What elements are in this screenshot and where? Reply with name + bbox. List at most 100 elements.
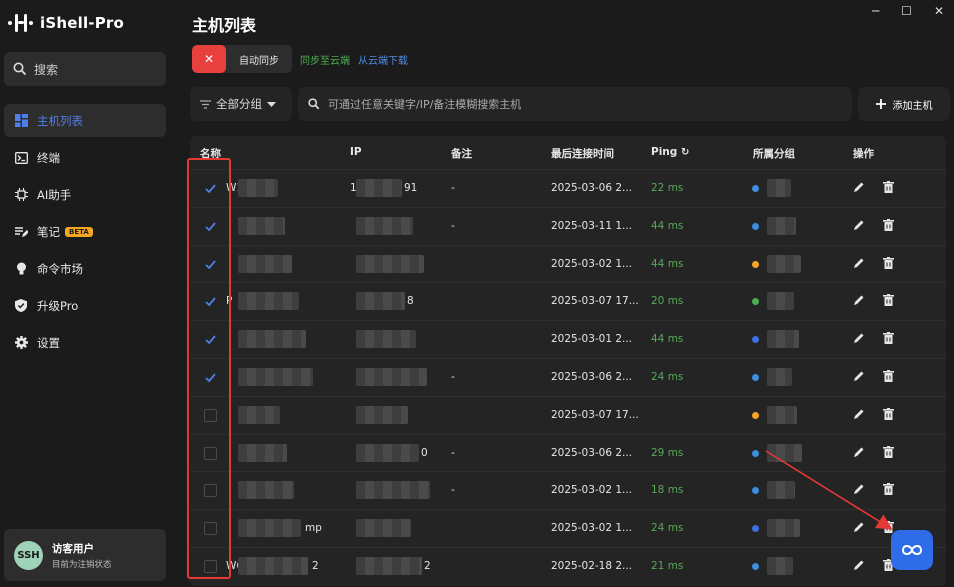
redacted-ip bbox=[356, 330, 416, 349]
host-remark: - bbox=[451, 446, 455, 459]
last-connect-time: 2025-03-02 1... bbox=[551, 484, 633, 497]
maximize-icon[interactable]: ☐ bbox=[901, 4, 912, 18]
host-remark: - bbox=[451, 371, 455, 383]
edit-icon[interactable] bbox=[853, 521, 865, 533]
edit-icon[interactable] bbox=[853, 483, 865, 495]
sidebar-item-command-market[interactable]: 命令市场 bbox=[4, 252, 166, 285]
edit-icon[interactable] bbox=[853, 446, 865, 458]
row-actions bbox=[853, 332, 894, 345]
sidebar-item-upgrade-pro[interactable]: 升级Pro bbox=[4, 289, 166, 322]
sidebar-item-host-list[interactable]: 主机列表 bbox=[4, 104, 166, 137]
host-ip-suffix: 8 bbox=[407, 295, 414, 308]
user-name: 访客用户 bbox=[52, 542, 94, 555]
sidebar-item-label: 升级Pro bbox=[37, 298, 79, 313]
auto-sync-label: 自动同步 bbox=[239, 55, 279, 67]
sidebar: iShell-Pro 搜索 主机列表 终端 AI助手 笔记 BETA 命令市场 bbox=[0, 0, 174, 587]
sync-to-cloud-link[interactable]: 同步至云端 bbox=[300, 52, 350, 67]
edit-icon[interactable] bbox=[853, 219, 865, 231]
redacted-group bbox=[767, 292, 794, 311]
auto-sync-toggle[interactable]: ✕ 自动同步 bbox=[192, 45, 292, 73]
user-card[interactable]: SSH 访客用户 目前为注销状态 bbox=[4, 529, 166, 581]
col-remark[interactable]: 备注 bbox=[451, 146, 472, 161]
delete-icon[interactable] bbox=[883, 181, 894, 193]
close-icon[interactable]: ✕ bbox=[934, 4, 944, 18]
col-last-connect[interactable]: 最后连接时间 bbox=[551, 146, 614, 161]
table-row[interactable]: 2025-03-01 2... 44 ms bbox=[190, 320, 946, 358]
redacted-group bbox=[767, 481, 795, 500]
last-connect-time: 2025-03-01 2... bbox=[551, 333, 633, 346]
col-ip[interactable]: IP bbox=[350, 146, 362, 158]
table-row[interactable]: - 2025-03-11 1... 44 ms bbox=[190, 206, 946, 245]
edit-icon[interactable] bbox=[853, 257, 865, 269]
sidebar-search[interactable]: 搜索 bbox=[4, 52, 166, 86]
redacted-ip bbox=[356, 405, 408, 424]
group-color-dot bbox=[752, 411, 759, 419]
connect-fab-button[interactable] bbox=[891, 530, 933, 570]
redacted-group bbox=[767, 443, 802, 462]
host-table: 名称 IP 备注 最后连接时间 Ping ↻ 所属分组 操作 W1 1 91-202… bbox=[190, 136, 946, 586]
host-name-suffix: 2 bbox=[312, 560, 319, 572]
delete-icon[interactable] bbox=[883, 521, 894, 534]
download-from-cloud-link[interactable]: 从云端下载 bbox=[358, 52, 408, 67]
search-icon bbox=[13, 62, 27, 76]
edit-icon[interactable] bbox=[853, 332, 865, 344]
sidebar-item-ai-assistant[interactable]: AI助手 bbox=[4, 178, 166, 211]
redacted-ip bbox=[356, 557, 422, 575]
sidebar-item-notes[interactable]: 笔记 BETA bbox=[4, 215, 166, 248]
beta-badge: BETA bbox=[65, 226, 93, 237]
table-row[interactable]: 2025-03-02 1... 44 ms bbox=[190, 244, 946, 283]
edit-icon[interactable] bbox=[853, 294, 865, 306]
delete-icon[interactable] bbox=[883, 483, 894, 496]
sidebar-item-label: 主机列表 bbox=[37, 113, 83, 128]
sidebar-item-terminal[interactable]: 终端 bbox=[4, 141, 166, 174]
delete-icon[interactable] bbox=[883, 256, 894, 269]
minimize-icon[interactable]: ─ bbox=[872, 4, 879, 18]
ping-value: 44 ms bbox=[651, 333, 684, 346]
table-row[interactable]: - 2025-03-02 1... 18 ms bbox=[190, 471, 946, 509]
app-name: iShell-Pro bbox=[40, 14, 125, 32]
redacted-ip bbox=[356, 481, 430, 500]
col-ping[interactable]: Ping ↻ bbox=[651, 146, 689, 158]
add-host-button[interactable]: 添加主机 bbox=[858, 87, 950, 121]
edit-icon[interactable] bbox=[853, 370, 865, 382]
table-row[interactable]: - 2025-03-06 2... 24 ms bbox=[190, 358, 946, 396]
host-search-input[interactable]: 可通过任意关键字/IP/备注模糊搜索主机 bbox=[298, 87, 852, 121]
refresh-icon[interactable]: ↻ bbox=[681, 147, 689, 158]
last-connect-time: 2025-03-06 2... bbox=[551, 446, 633, 459]
delete-icon[interactable] bbox=[883, 218, 894, 231]
search-label: 搜索 bbox=[34, 62, 59, 77]
filter-row: 全部分组 可通过任意关键字/IP/备注模糊搜索主机 添加主机 bbox=[190, 87, 950, 121]
delete-icon[interactable] bbox=[883, 332, 894, 345]
page-title: 主机列表 bbox=[192, 16, 257, 35]
delete-icon[interactable] bbox=[883, 294, 894, 307]
table-row[interactable]: mp 2025-03-02 1... 24 ms bbox=[190, 509, 946, 547]
table-row[interactable]: W1 1 91-2025-03-06 2... 22 ms bbox=[190, 169, 946, 207]
delete-icon[interactable] bbox=[883, 445, 894, 458]
redacted-host-name bbox=[238, 405, 280, 424]
delete-icon[interactable] bbox=[883, 370, 894, 382]
redacted-group bbox=[767, 216, 796, 235]
row-actions bbox=[853, 181, 894, 193]
row-actions bbox=[853, 483, 894, 496]
redacted-ip bbox=[356, 216, 413, 235]
group-select[interactable]: 全部分组 bbox=[190, 87, 292, 121]
edit-icon[interactable] bbox=[853, 559, 865, 571]
table-row[interactable]: P 8 2025-03-07 17... 20 ms bbox=[190, 282, 946, 320]
ping-value: 24 ms bbox=[651, 522, 684, 535]
row-actions bbox=[853, 521, 894, 534]
edit-icon[interactable] bbox=[853, 408, 865, 420]
table-row[interactable]: 2025-03-07 17... bbox=[190, 395, 946, 434]
redacted-ip bbox=[356, 254, 424, 273]
terminal-icon bbox=[14, 151, 28, 165]
last-connect-time: 2025-03-02 1... bbox=[551, 522, 633, 535]
bulb-icon bbox=[14, 262, 28, 276]
col-group[interactable]: 所属分组 bbox=[753, 146, 795, 161]
table-row[interactable]: W6 2 2 2025-02-18 2... 21 ms bbox=[190, 547, 946, 585]
delete-icon[interactable] bbox=[883, 407, 894, 420]
grid-icon bbox=[14, 114, 28, 128]
table-row[interactable]: 0 - 2025-03-06 2... 29 ms bbox=[190, 433, 946, 472]
sidebar-item-settings[interactable]: 设置 bbox=[4, 326, 166, 359]
window-controls: ─ ☐ ✕ bbox=[872, 4, 944, 18]
edit-icon[interactable] bbox=[853, 181, 865, 193]
annotation-highlight-box bbox=[187, 158, 231, 579]
